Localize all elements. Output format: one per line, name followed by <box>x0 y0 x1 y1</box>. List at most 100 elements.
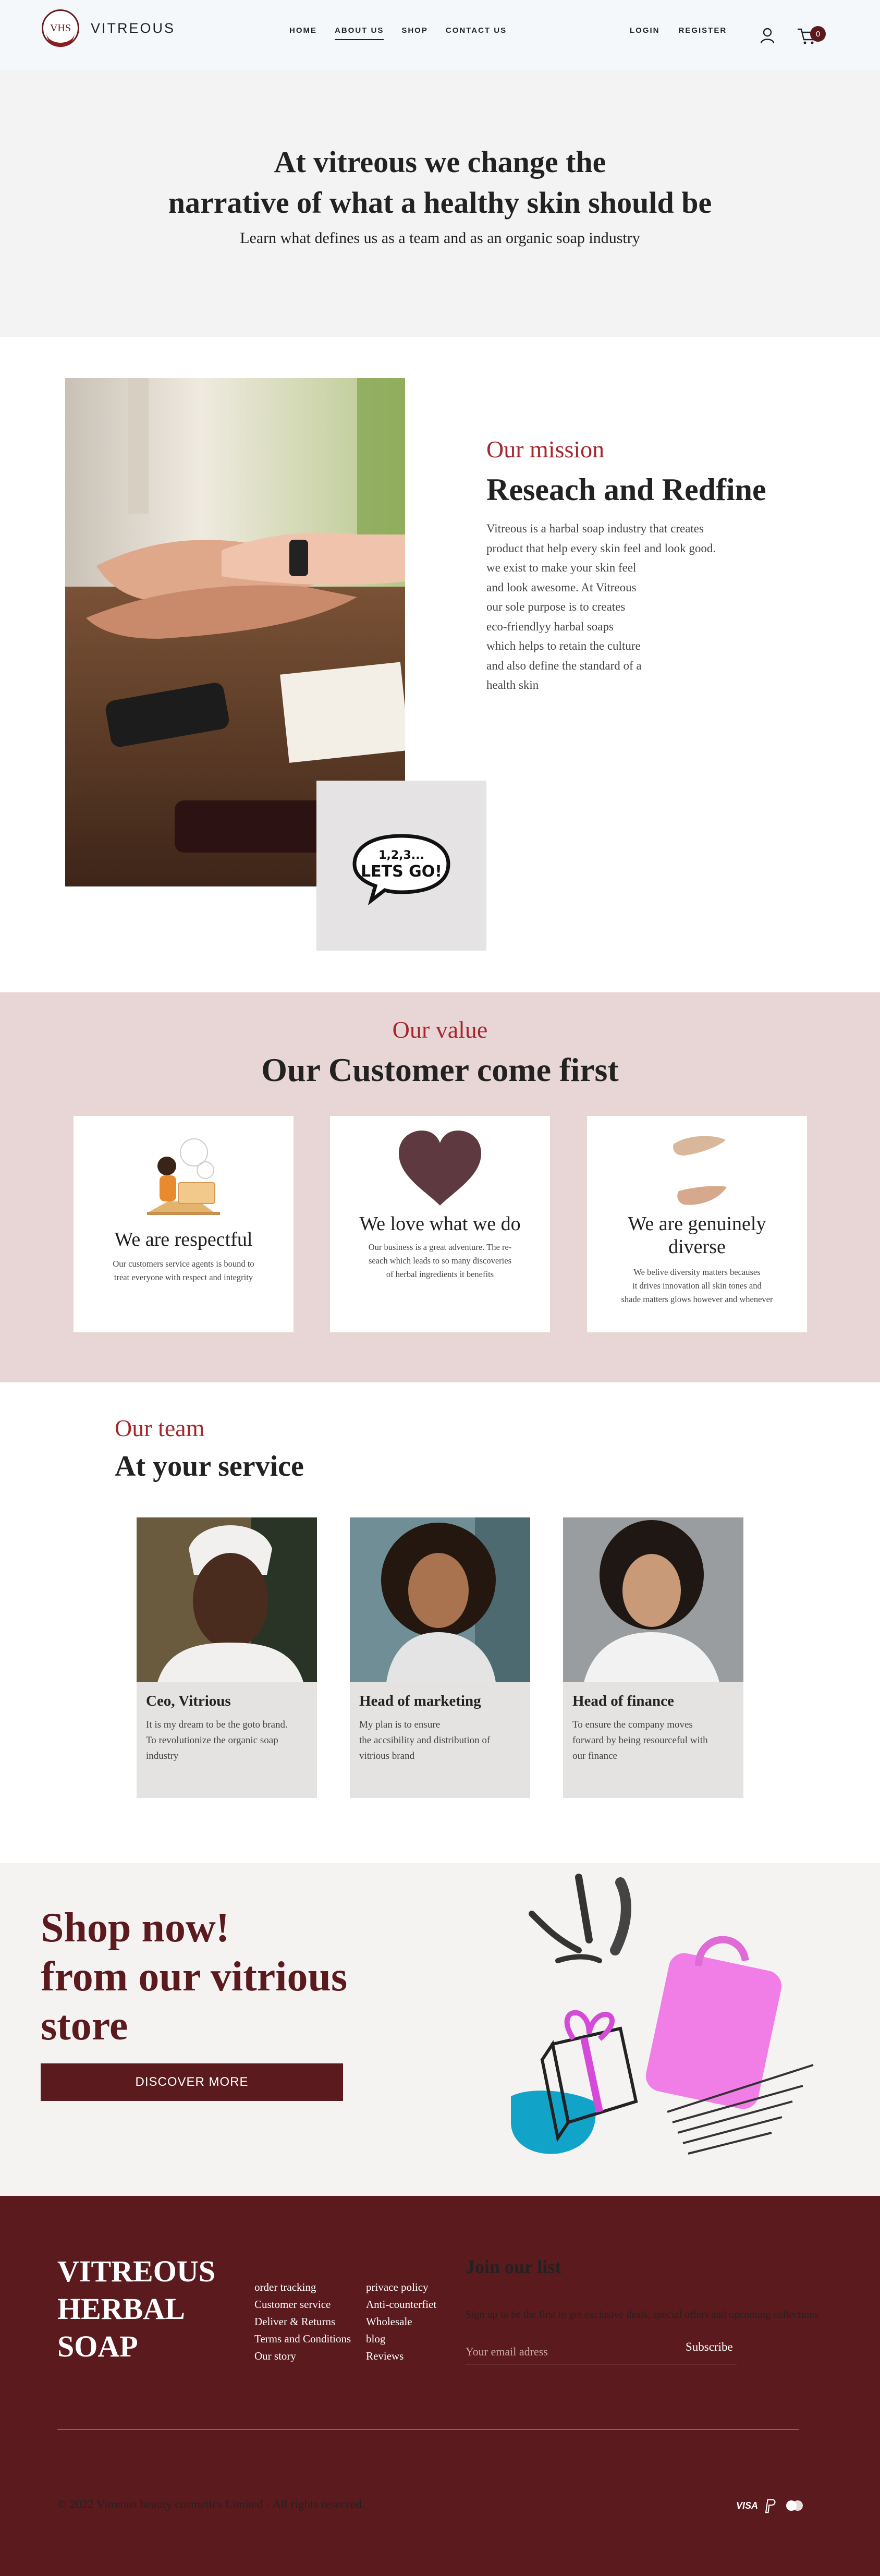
footer-link-anti-counterfeit[interactable]: Anti-counterfiet <box>366 2296 436 2313</box>
bio-line: To revolutionize the organic soap <box>146 1735 278 1746</box>
speech-bubble-icon: 1,2,3... LETS GO! <box>352 834 450 905</box>
value-card-respectful: We are respectful Our customers service … <box>74 1116 294 1332</box>
mission-line: product that help every skin feel and lo… <box>486 541 716 555</box>
visa-label: VISA <box>736 2500 759 2511</box>
team-member-role: Ceo, Vitrious <box>146 1693 231 1709</box>
nav-about-us[interactable]: ABOUT US <box>335 26 384 40</box>
bio-line: vitrious brand <box>359 1751 415 1761</box>
hero-section: At vitreous we change the narrative of wh… <box>0 70 880 337</box>
mission-line: eco-friendlyy harbal soaps <box>486 619 614 633</box>
shop-heading-line: Shop now! <box>41 1905 230 1951</box>
hero-subtitle: Learn what defines us as a team and as a… <box>240 229 640 247</box>
site-header: VHS VITREOUS HOME ABOUT US SHOP CONTACT … <box>0 0 880 70</box>
shopping-gifts-illustration <box>511 1874 814 2155</box>
footer-link-deliver-returns[interactable]: Deliver & Returns <box>254 2313 351 2330</box>
values-title: Our Customer come first <box>261 1051 619 1088</box>
footer-link-customer-service[interactable]: Customer service <box>254 2296 351 2313</box>
team-member-bio: It is my dream to be the goto brand. To r… <box>146 1717 308 1764</box>
paypal-icon <box>765 2499 776 2513</box>
copyright-text: 2022 Vitreous beauty cosmetics Limited -… <box>69 2498 365 2511</box>
footer-link-terms[interactable]: Terms and Conditions <box>254 2330 351 2348</box>
copyright-icon: © <box>57 2498 67 2511</box>
heart-icon <box>399 1131 481 1206</box>
newsletter-description: Sign up to be the first to get exclusive… <box>466 2309 818 2320</box>
logo-badge: VHS <box>42 9 79 47</box>
user-icon[interactable] <box>760 27 775 44</box>
sticker-text-bottom: LETS GO! <box>361 862 442 881</box>
lets-go-sticker: 1,2,3... LETS GO! <box>316 781 486 951</box>
value-card-diverse: We are genuinely diverse We belive divers… <box>587 1116 807 1332</box>
values-label: Our value <box>392 1016 488 1043</box>
mission-line: which helps to retain the culture <box>486 639 641 652</box>
value-card-text: We belive diversity matters becauses it d… <box>587 1266 807 1306</box>
shop-heading-line: store <box>41 2003 128 2049</box>
footer-link-privacy[interactable]: privace policy <box>366 2279 436 2296</box>
bio-line: the accsibility and distribution of <box>359 1735 491 1746</box>
value-card-line: it drives innovation all skin tones and <box>632 1281 762 1291</box>
footer-brand-line: HERBAL <box>57 2292 185 2326</box>
footer-link-wholesale[interactable]: Wholesale <box>366 2313 436 2330</box>
team-member-role: Head of finance <box>572 1693 674 1709</box>
mission-line: and look awesome. At Vitreous <box>486 580 637 594</box>
value-card-line: treat everyone with respect and integrit… <box>114 1272 253 1282</box>
value-card-title: We love what we do <box>359 1213 521 1235</box>
mission-title: Reseach and Redfine <box>486 472 766 507</box>
footer-link-reviews[interactable]: Reviews <box>366 2348 436 2365</box>
hero-title-line2: narrative of what a healthy skin should … <box>168 186 712 220</box>
value-card-line: seach which leads to so many discoveries <box>368 1256 511 1266</box>
team-card-marketing: Head of marketing My plan is to ensure th… <box>350 1517 530 1798</box>
footer-link-order-tracking[interactable]: order tracking <box>254 2279 351 2296</box>
value-card-line: Our customers service agents is bound to <box>113 1259 254 1269</box>
footer-link-our-story[interactable]: Our story <box>254 2348 351 2365</box>
value-card-love: We love what we do Our business is a gre… <box>330 1116 550 1332</box>
cart-count-badge: 0 <box>810 26 826 42</box>
team-member-bio: To ensure the company moves forward by be… <box>572 1717 734 1764</box>
value-card-line: We belive diversity matters becauses <box>633 1267 761 1277</box>
footer-links-col2: privace policy Anti-counterfiet Wholesal… <box>366 2279 436 2365</box>
footer-brand: VITREOUS HERBAL SOAP <box>57 2253 215 2365</box>
mission-label: Our mission <box>486 436 605 463</box>
register-link[interactable]: REGISTER <box>679 26 727 35</box>
mission-line: Vitreous is a harbal soap industry that … <box>486 522 704 535</box>
subscribe-button[interactable]: Subscribe <box>686 2340 733 2354</box>
newsletter-title: Join our list <box>466 2256 561 2277</box>
team-card-finance: Head of finance To ensure the company mo… <box>563 1517 743 1798</box>
footer-link-blog[interactable]: blog <box>366 2330 436 2348</box>
mission-line: health skin <box>486 678 539 691</box>
login-link[interactable]: LOGIN <box>630 26 660 35</box>
mission-line: we exist to make your skin feel <box>486 561 637 574</box>
bio-line: our finance <box>572 1751 617 1761</box>
value-card-line: shade matters glows however and whenever <box>621 1294 773 1304</box>
discover-more-button[interactable]: DISCOVER MORE <box>41 2063 343 2101</box>
brand-name: VITREOUS <box>91 20 176 36</box>
value-card-title-line: We are genuinely <box>628 1213 766 1235</box>
bio-line: To ensure the company moves <box>572 1719 693 1730</box>
hero-title-line1: At vitreous we change the <box>274 145 606 179</box>
value-card-title-line: diverse <box>668 1236 726 1258</box>
logo-text: VHS <box>50 22 71 34</box>
value-card-text: Our customers service agents is bound to… <box>74 1257 294 1284</box>
value-card-line: Our business is a great adventure. The r… <box>368 1242 512 1252</box>
mission-description: Vitreous is a harbal soap industry that … <box>486 519 763 695</box>
auth-links: LOGIN REGISTER <box>630 26 727 35</box>
visa-icon: VISA <box>736 2498 758 2513</box>
team-member-bio: My plan is to ensure the accsibility and … <box>359 1717 521 1764</box>
team-card-ceo: Ceo, Vitrious It is my dream to be the g… <box>137 1517 317 1798</box>
team-member-photo <box>563 1517 743 1682</box>
value-card-line: of herbal ingredients it benefits <box>386 1269 494 1279</box>
team-label: Our team <box>115 1415 205 1441</box>
team-member-role: Head of marketing <box>359 1693 481 1709</box>
nav-contact-us[interactable]: CONTACT US <box>446 26 507 40</box>
footer-links-col1: order tracking Customer service Deliver … <box>254 2279 351 2365</box>
bio-line: forward by being resourceful with <box>572 1735 708 1746</box>
customer-service-illustration-icon <box>147 1138 220 1215</box>
team-member-photo <box>137 1517 317 1682</box>
mastercard-icon <box>786 2500 803 2511</box>
nav-home[interactable]: HOME <box>289 26 317 40</box>
value-card-title: We are respectful <box>114 1229 253 1250</box>
skin-tone-swatch-icon <box>673 1136 727 1205</box>
nav-shop[interactable]: SHOP <box>401 26 428 40</box>
bio-line: industry <box>146 1751 179 1761</box>
logo[interactable]: VHS VITREOUS <box>42 9 175 47</box>
team-title: At your service <box>115 1450 304 1483</box>
